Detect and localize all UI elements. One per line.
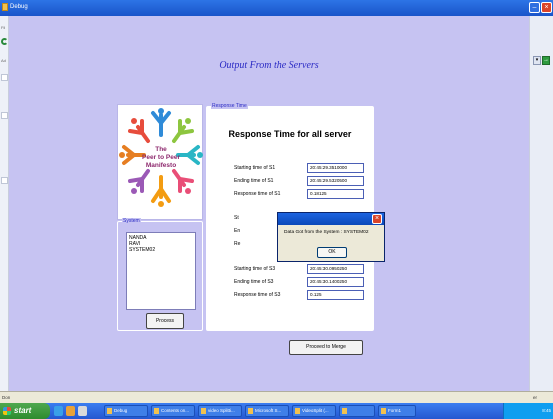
left-edge-box bbox=[1, 177, 8, 184]
background-app-right-edge: ▾ → bbox=[529, 16, 553, 391]
system-groupbox: System NANDA RAVI SYSTEM02 Process bbox=[117, 218, 203, 331]
time-field[interactable]: 0.18125 bbox=[307, 189, 364, 199]
desktop-icon[interactable] bbox=[78, 406, 87, 416]
status-left-text: Don bbox=[2, 395, 11, 400]
logo-text-line: Manifesto bbox=[146, 162, 176, 169]
time-field[interactable]: 20:45:30.0950250 bbox=[307, 264, 364, 274]
media-icon[interactable] bbox=[66, 406, 75, 416]
main-form: Output From the Servers The Peer to Peer… bbox=[9, 16, 529, 391]
quick-launch bbox=[54, 406, 87, 416]
task-button[interactable]: Microsoft S... bbox=[245, 405, 289, 417]
refresh-icon bbox=[1, 38, 8, 45]
response-heading: Response Time for all server bbox=[228, 129, 352, 139]
taskbar: start Debug Contents on... video Splitti… bbox=[0, 403, 553, 419]
task-button[interactable]: video Splitti... bbox=[198, 405, 242, 417]
address-go-controls: ▾ → bbox=[533, 56, 551, 65]
task-button[interactable]: Form1 bbox=[378, 405, 416, 417]
left-edge-box bbox=[1, 112, 8, 119]
ie-icon[interactable] bbox=[54, 406, 63, 416]
time-field[interactable]: 0.125 bbox=[307, 290, 364, 300]
dialog-titlebar[interactable]: × bbox=[278, 213, 384, 225]
response-group-title: Response Time bbox=[211, 103, 248, 109]
time-row: Ending time of S1 20:45:29.5320500 bbox=[234, 176, 369, 186]
logo-text-line: Peer to Peer bbox=[142, 154, 180, 161]
dropdown-icon[interactable]: ▾ bbox=[533, 56, 541, 65]
minimize-button[interactable]: – bbox=[529, 2, 540, 13]
dialog-message: Data Got from the System : SYSTEM02 bbox=[284, 230, 369, 235]
status-bar: Don er bbox=[0, 391, 553, 403]
time-row: Ending time of S3 20:45:30.1400250 bbox=[234, 277, 369, 287]
time-field[interactable]: 20:45:30.1400250 bbox=[307, 277, 364, 287]
window-titlebar[interactable]: Debug – × bbox=[0, 0, 553, 16]
time-field[interactable]: 20:45:29.5320500 bbox=[307, 176, 364, 186]
task-list: Debug Contents on... video Splitti... Mi… bbox=[104, 405, 416, 417]
task-button[interactable]: Contents on... bbox=[151, 405, 195, 417]
process-button[interactable]: Process bbox=[146, 313, 184, 329]
go-arrow-icon[interactable]: → bbox=[542, 56, 550, 65]
ok-button[interactable]: OK bbox=[317, 247, 347, 258]
peer-to-peer-logo: The Peer to Peer Manifesto bbox=[117, 104, 203, 220]
time-label: Response time of S1 bbox=[234, 191, 281, 197]
window-title: Debug bbox=[10, 4, 28, 10]
close-icon[interactable]: × bbox=[372, 214, 382, 224]
start-label: start bbox=[14, 406, 32, 415]
proceed-to-merge-button[interactable]: Proceed to Merge bbox=[289, 340, 363, 355]
system-listbox[interactable]: NANDA RAVI SYSTEM02 bbox=[126, 232, 196, 310]
time-row: Response time of S1 0.18125 bbox=[234, 189, 369, 199]
time-label: Ending time of S1 bbox=[234, 178, 274, 184]
message-dialog: × Data Got from the System : SYSTEM02 OK bbox=[277, 212, 385, 262]
left-edge-label: Ad bbox=[1, 58, 6, 63]
time-row: Starting time of S3 20:45:30.0950250 bbox=[234, 264, 369, 274]
task-button[interactable]: Debug bbox=[104, 405, 148, 417]
system-group-title: System bbox=[122, 218, 141, 224]
start-button[interactable]: start bbox=[0, 403, 50, 419]
status-right-text: er bbox=[532, 395, 537, 400]
list-item[interactable]: SYSTEM02 bbox=[129, 247, 193, 253]
system-tray: 8:45 bbox=[503, 403, 553, 419]
time-label: Starting time of S3 bbox=[234, 266, 276, 272]
people-circle-logo-icon: The Peer to Peer Manifesto bbox=[119, 108, 203, 207]
close-button[interactable]: × bbox=[541, 2, 552, 13]
left-edge-box bbox=[1, 74, 8, 81]
windows-flag-icon bbox=[3, 407, 11, 415]
time-field[interactable]: 20:45:29.3510000 bbox=[307, 163, 364, 173]
time-row: Response time of S3 0.125 bbox=[234, 290, 369, 300]
time-row: Starting time of S1 20:45:29.3510000 bbox=[234, 163, 369, 173]
task-button[interactable]: VideoSplit (... bbox=[292, 405, 336, 417]
time-label: Response time of S3 bbox=[234, 292, 281, 298]
folder-icon bbox=[2, 3, 8, 11]
task-button[interactable] bbox=[339, 405, 375, 417]
page-heading: Output From the Servers bbox=[219, 60, 319, 71]
time-label: Starting time of S1 bbox=[234, 165, 276, 171]
window-controls: – × bbox=[529, 2, 552, 14]
time-label: Ending time of S3 bbox=[234, 279, 274, 285]
time-label: St bbox=[234, 215, 239, 221]
left-edge-label: Fil bbox=[1, 25, 6, 30]
background-app-left-edge: Fil Ad bbox=[0, 16, 9, 391]
clock: 8:45 bbox=[542, 408, 551, 413]
logo-text-line: The bbox=[155, 146, 167, 153]
time-label: En bbox=[234, 228, 241, 234]
time-label: Re bbox=[234, 241, 241, 247]
